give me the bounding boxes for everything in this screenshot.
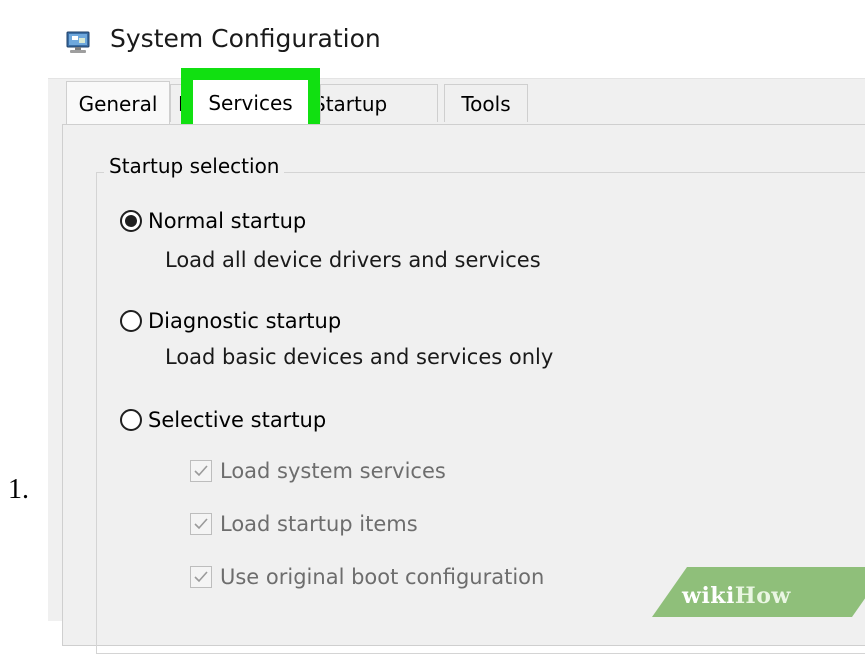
diagnostic-startup-label: Diagnostic startup bbox=[148, 309, 342, 333]
wikihow-watermark: wikiHow bbox=[682, 583, 791, 609]
title-bar[interactable]: System Configuration bbox=[48, 8, 865, 79]
load-startup-items-option[interactable]: Load startup items bbox=[190, 508, 418, 540]
selective-startup-label: Selective startup bbox=[148, 408, 327, 432]
checkmark-icon bbox=[194, 571, 208, 583]
normal-startup-label: Normal startup bbox=[148, 209, 307, 233]
load-startup-items-label: Load startup items bbox=[220, 512, 418, 536]
use-original-boot-config-option[interactable]: Use original boot configuration bbox=[190, 561, 544, 593]
tab-startup[interactable]: Startup bbox=[320, 84, 438, 122]
diagnostic-startup-description: Load basic devices and services only bbox=[165, 345, 554, 369]
step-number: 1. bbox=[8, 474, 29, 505]
load-startup-items-checkbox[interactable] bbox=[190, 513, 212, 535]
use-original-boot-config-checkbox[interactable] bbox=[190, 566, 212, 588]
tab-tools[interactable]: Tools bbox=[444, 84, 528, 122]
diagnostic-startup-option[interactable]: Diagnostic startup bbox=[120, 304, 341, 338]
tab-startup-label: Startup bbox=[320, 92, 388, 116]
watermark-how: How bbox=[734, 583, 791, 609]
system-config-icon bbox=[66, 31, 90, 53]
diagnostic-startup-radio[interactable] bbox=[120, 310, 142, 332]
checkmark-icon bbox=[194, 465, 208, 477]
load-system-services-option[interactable]: Load system services bbox=[190, 455, 446, 487]
watermark-wiki: wiki bbox=[682, 583, 735, 609]
checkmark-icon bbox=[194, 518, 208, 530]
normal-startup-radio[interactable] bbox=[120, 210, 142, 232]
selective-startup-option[interactable]: Selective startup bbox=[120, 403, 326, 437]
radio-selected-dot bbox=[125, 215, 137, 227]
selective-startup-radio[interactable] bbox=[120, 409, 142, 431]
window-title: System Configuration bbox=[110, 24, 381, 53]
normal-startup-description: Load all device drivers and services bbox=[165, 248, 541, 272]
load-system-services-label: Load system services bbox=[220, 459, 446, 483]
load-system-services-checkbox[interactable] bbox=[190, 460, 212, 482]
normal-startup-option[interactable]: Normal startup bbox=[120, 204, 306, 238]
startup-selection-label: Startup selection bbox=[104, 154, 285, 178]
tab-services[interactable]: Services bbox=[193, 80, 308, 126]
tab-general[interactable]: General bbox=[66, 81, 170, 125]
use-original-boot-config-label: Use original boot configuration bbox=[220, 565, 545, 589]
